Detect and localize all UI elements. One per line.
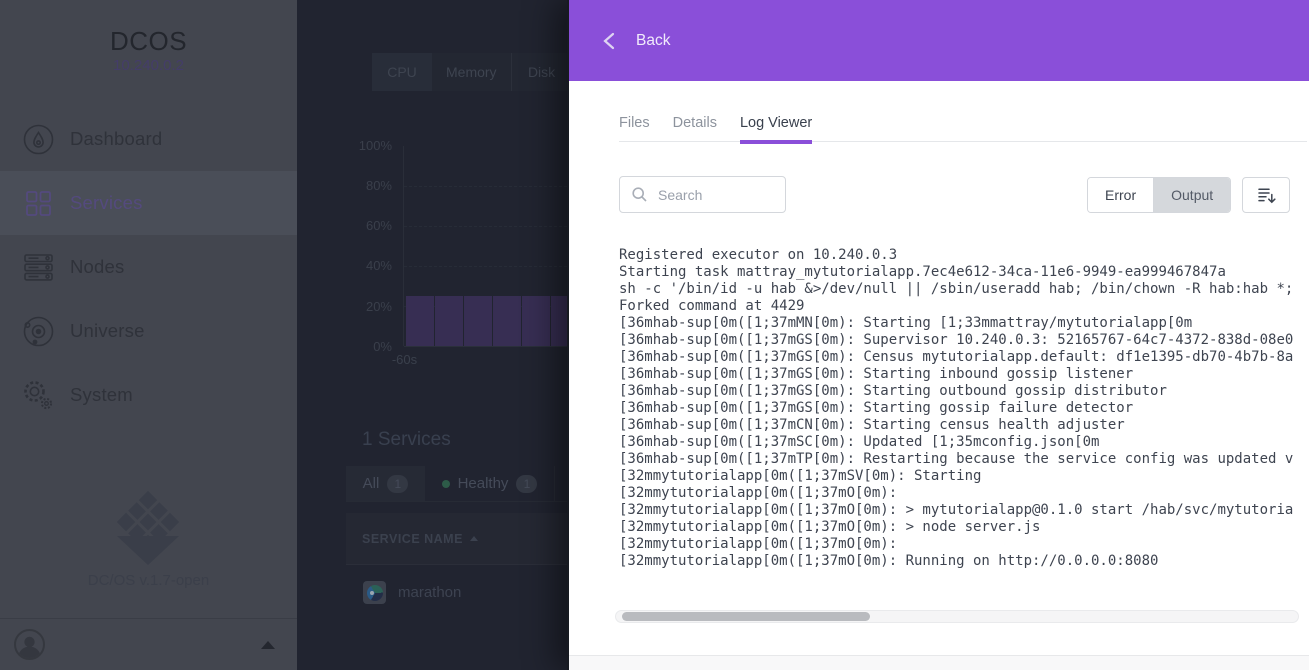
cpu-usage-bar xyxy=(406,296,434,346)
tab-cpu[interactable]: CPU xyxy=(372,53,432,91)
service-filter-tabs: All 1 Healthy 1 xyxy=(346,466,567,502)
y-tick: 60% xyxy=(337,218,392,233)
cpu-usage-bar xyxy=(522,296,550,346)
search-input[interactable] xyxy=(656,186,771,204)
chevron-left-icon xyxy=(603,32,615,50)
count-badge: 1 xyxy=(516,475,537,493)
y-tick: 20% xyxy=(337,299,392,314)
y-tick: 100% xyxy=(337,138,392,153)
y-axis-line xyxy=(403,146,404,346)
service-name: marathon xyxy=(398,584,461,601)
cpu-usage-chart xyxy=(406,146,567,346)
grid-icon xyxy=(23,188,54,219)
cpu-usage-bar xyxy=(435,296,463,346)
tab-memory[interactable]: Memory xyxy=(432,53,512,91)
cpu-usage-bar xyxy=(551,296,567,346)
log-search xyxy=(619,176,786,213)
caret-up-icon xyxy=(261,641,275,649)
services-count-heading: 1 Services xyxy=(362,429,451,451)
tab-details[interactable]: Details xyxy=(673,104,717,142)
sidebar-item-label: Services xyxy=(70,192,143,214)
sidebar-item-universe[interactable]: Universe xyxy=(0,299,297,363)
filter-label: All xyxy=(363,475,380,492)
sidebar-item-label: Nodes xyxy=(70,256,124,278)
panel-tabs: Files Details Log Viewer xyxy=(619,104,1307,142)
x-tick: -60s xyxy=(377,352,432,367)
cpu-usage-bar xyxy=(493,296,521,346)
error-toggle-button[interactable]: Error xyxy=(1088,178,1154,212)
servers-icon xyxy=(23,252,54,283)
cpu-usage-bar xyxy=(464,296,492,346)
download-log-button[interactable] xyxy=(1242,177,1290,213)
log-stream-toggle: Error Output xyxy=(1087,177,1231,213)
sidebar-nav: Dashboard Services xyxy=(0,107,297,427)
resource-tabs: CPU Memory Disk xyxy=(372,53,567,91)
x-axis-line xyxy=(404,346,567,347)
scrollbar-thumb[interactable] xyxy=(622,612,870,621)
gears-icon xyxy=(23,380,54,411)
dashboard-page: CPU Memory Disk 100% 80% 60% 40% 20% 0% … xyxy=(297,0,567,670)
tab-log-viewer[interactable]: Log Viewer xyxy=(740,104,812,142)
sidebar-item-dashboard[interactable]: Dashboard xyxy=(0,107,297,171)
back-label: Back xyxy=(636,32,670,50)
brand-title: DCOS xyxy=(0,26,297,57)
panel-footer xyxy=(569,655,1309,670)
healthy-dot-icon xyxy=(442,480,450,488)
cluster-ip: 10.240.0.2 xyxy=(0,57,297,74)
filter-tab-all[interactable]: All 1 xyxy=(346,466,425,501)
tab-disk[interactable]: Disk xyxy=(512,53,567,91)
sidebar-item-nodes[interactable]: Nodes xyxy=(0,235,297,299)
tab-files[interactable]: Files xyxy=(619,104,650,142)
log-text: Registered executor on 10.240.0.3 Starti… xyxy=(619,247,1295,570)
y-tick: 40% xyxy=(337,258,392,273)
sidebar: DCOS 10.240.0.2 Dashboard xyxy=(0,0,297,670)
back-button[interactable]: Back xyxy=(569,0,1309,81)
filter-tab-healthy[interactable]: Healthy 1 xyxy=(425,466,555,501)
log-horizontal-scrollbar[interactable] xyxy=(615,610,1299,623)
log-output: Registered executor on 10.240.0.3 Starti… xyxy=(619,247,1295,573)
search-icon xyxy=(632,187,647,202)
version-label: DC/OS v.1.7-open xyxy=(0,572,297,589)
download-log-icon xyxy=(1257,186,1276,205)
y-tick: 80% xyxy=(337,178,392,193)
gauge-icon xyxy=(23,124,54,155)
planet-icon xyxy=(23,316,54,347)
avatar xyxy=(14,629,45,660)
sidebar-item-label: Universe xyxy=(70,320,145,342)
sidebar-item-system[interactable]: System xyxy=(0,363,297,427)
user-menu[interactable] xyxy=(0,618,297,670)
filter-label: Healthy xyxy=(458,475,509,492)
output-toggle-button[interactable]: Output xyxy=(1154,178,1230,212)
sidebar-item-services[interactable]: Services xyxy=(0,171,297,235)
table-header-service-name[interactable]: SERVICE NAME xyxy=(346,513,567,565)
table-row-marathon[interactable]: marathon xyxy=(346,565,567,620)
count-badge: 1 xyxy=(387,475,408,493)
dcos-app: DCOS 10.240.0.2 Dashboard xyxy=(0,0,1309,670)
sort-asc-icon xyxy=(470,536,478,541)
marathon-icon xyxy=(363,581,386,604)
task-detail-panel: Back Files Details Log Viewer Error Outp… xyxy=(567,0,1309,670)
sidebar-item-label: Dashboard xyxy=(70,128,162,150)
sidebar-item-label: System xyxy=(70,384,133,406)
